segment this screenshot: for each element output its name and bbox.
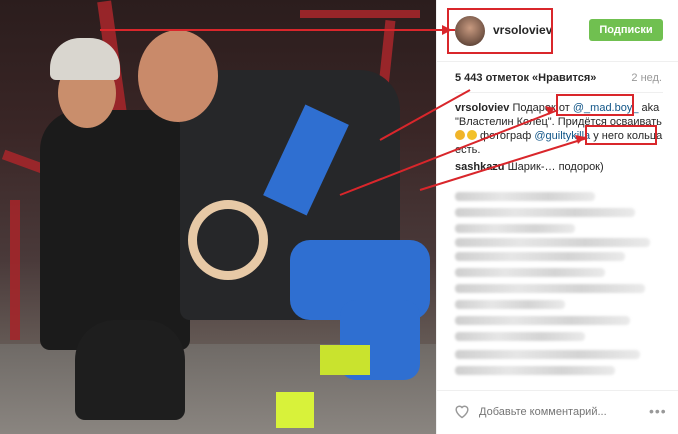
comment-item: sashkazu Шарик-… подорок): [455, 160, 665, 174]
annotation-box-mention2: [585, 125, 657, 145]
gym-rack: [10, 200, 20, 340]
blurred-comment: [455, 300, 565, 309]
heart-icon[interactable]: [453, 403, 471, 419]
blurred-comment: [455, 208, 635, 217]
more-options-icon[interactable]: •••: [649, 403, 667, 419]
caption-text: фотограф: [477, 130, 535, 142]
post-age[interactable]: 2 нед.: [631, 72, 662, 84]
blurred-comment: [455, 252, 625, 261]
divider: [455, 92, 663, 93]
post-panel: vrsoloviev Подписки 5 443 отметок «Нрави…: [436, 0, 678, 434]
annotation-box-username: [447, 8, 553, 54]
blurred-comment: [455, 350, 640, 359]
gymnastic-ring: [188, 200, 268, 280]
caption-username[interactable]: vrsoloviev: [455, 102, 509, 114]
post-photo[interactable]: [0, 0, 436, 434]
mention-guiltykilla[interactable]: @guiltykilla: [534, 130, 590, 142]
comment-username[interactable]: sashkazu: [455, 161, 505, 173]
smile-emoji-icon: [467, 130, 477, 140]
annotation-box-mention1: [556, 94, 634, 116]
comment-text: Шарик-… подорок): [504, 161, 604, 173]
blurred-comment: [455, 192, 595, 201]
neon-sock: [276, 392, 314, 428]
bicep-emoji-icon: [455, 130, 465, 140]
blurred-comment: [455, 366, 615, 375]
blurred-comment: [455, 316, 630, 325]
comment-input[interactable]: [479, 403, 639, 421]
left-person-shorts: [75, 320, 185, 420]
left-person-body: [40, 110, 190, 350]
comment-footer: •••: [437, 390, 678, 434]
blurred-comment: [455, 238, 650, 247]
right-person-head: [138, 30, 218, 122]
blurred-comment: [455, 332, 585, 341]
blurred-comment: [455, 224, 575, 233]
blurred-comment: [455, 268, 605, 277]
following-button[interactable]: Подписки: [589, 19, 663, 41]
gym-rack: [300, 10, 420, 18]
likes-count[interactable]: 5 443 отметок «Нравится»: [455, 72, 596, 84]
beanie: [50, 38, 120, 80]
neon-sock: [320, 345, 370, 375]
blurred-comment: [455, 284, 645, 293]
